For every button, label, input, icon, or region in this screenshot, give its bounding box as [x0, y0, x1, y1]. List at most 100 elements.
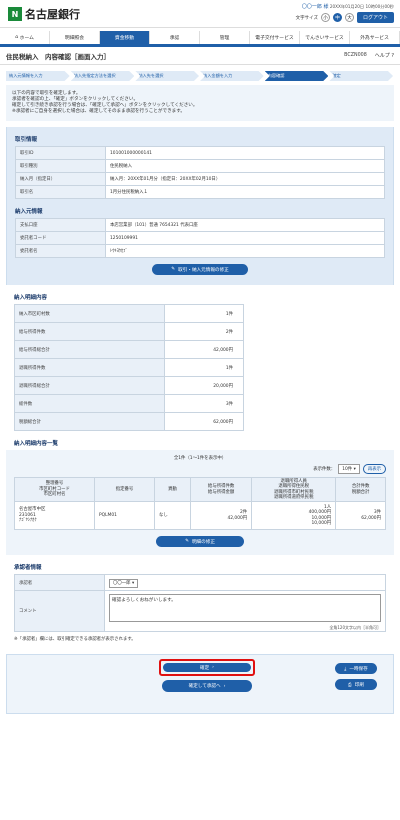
col-header: 退職所得人員 退職所得住民税 退職所得市町村民税 退職所得道府県民税: [251, 477, 337, 502]
step-1: 納入元情報を入力: [6, 71, 70, 81]
font-size-large[interactable]: 大: [344, 13, 354, 22]
confirm-approve-button[interactable]: 確定して承認へ ›: [162, 680, 252, 692]
detail-list-table: 整理番号 市区町村コード 市区町村名 指定番号 異動 給与所得件数 給与所得金額…: [14, 477, 386, 530]
row-label: 給与所得総合計: [14, 340, 165, 359]
approval-table: 承認者 〇〇一郎 ▾ コメント 確認よろしくおねがいします。 全角120文字以内…: [14, 574, 386, 632]
font-size-small[interactable]: 小: [320, 13, 330, 22]
intro-line: ※承認者にご自身を選択した場合は、確定してそのまま承認を行うことができます。: [12, 109, 185, 114]
approval-heading: 承認者情報: [14, 565, 42, 571]
table-row: 取引名 1月分住民税納入１: [15, 185, 385, 199]
nonyu-table: 支払口座 本店営業部（101）普通 7654321 代表口座 委託者コード 1250…: [15, 218, 385, 258]
per-page-label: 表示件数：: [313, 467, 336, 472]
bank-logo[interactable]: N 名古屋銀行: [8, 6, 80, 22]
cell-retirement: 1人 400,000円 10,000円 10,000円: [251, 501, 337, 530]
torihiki-heading: 取引情報: [15, 137, 38, 143]
row-value: 1件: [164, 304, 244, 323]
row-label: 取引名: [15, 185, 106, 199]
table-row: コメント 確認よろしくおねがいします。 全角120文字以内［半角可］: [14, 590, 386, 632]
nav-statement[interactable]: 明細照会: [50, 31, 100, 44]
bank-logo-mark: N: [8, 7, 22, 21]
result-count: 全1件（1〜1件を表示中）: [173, 456, 227, 461]
table-row: 委託者名 ﾄｳｷﾖｳｶﾌﾞ: [15, 244, 385, 258]
col-header: 異動: [154, 477, 191, 502]
pencil-icon: ✎: [171, 267, 176, 272]
nav-transfer[interactable]: 資金移動: [100, 31, 150, 44]
nav-densai[interactable]: でんさいサービス: [300, 31, 350, 44]
table-row: 取引種別 住民税納入: [15, 159, 385, 173]
nav-home-label: ホーム: [19, 36, 34, 41]
comment-cell: 確認よろしくおねがいします。 全角120文字以内［半角可］: [104, 590, 386, 632]
chevron-down-icon: ▾: [131, 580, 135, 586]
screen-code: BCZN008: [344, 53, 367, 58]
main-nav: ⌂ ホーム 明細照会 資金移動 承認 管理 電子交付サービス でんさいサービス …: [0, 31, 400, 47]
table-row: 委託者コード 1250109991: [15, 231, 385, 245]
row-label: 委託者コード: [15, 231, 106, 245]
col-header: 指定番号: [94, 477, 155, 502]
intro-message: 以下の内容で取引を確定します。 承認者を確認の上、「確定」ボタンをクリックしてく…: [6, 85, 394, 121]
table-row: 名古屋市中区 231061 ﾅｺﾞﾔｼﾅｶｸ PQLM01 なし 2件 42,0…: [14, 501, 386, 530]
edit-transaction-button[interactable]: ✎ 取引・納入元情報の修正: [152, 264, 248, 275]
approval-section: 承認者 〇〇一郎 ▾ コメント 確認よろしくおねがいします。 全角120文字以内…: [6, 574, 394, 632]
page-title: 住民税納入 内容確認［画面入力］: [6, 52, 110, 61]
comment-textarea[interactable]: 確認よろしくおねがいします。: [109, 594, 381, 622]
header-controls: 文字サイズ 小 中 大 ログアウト: [296, 12, 394, 23]
row-value: 42,000円: [164, 340, 244, 359]
row-label: 納入月（指定日）: [15, 172, 106, 186]
row-label: 税額総合計: [14, 412, 165, 431]
page-title-bar: 住民税納入 内容確認［画面入力］ BCZN008 ヘルプ ?: [0, 47, 400, 65]
redisplay-button[interactable]: 再表示: [362, 464, 386, 474]
row-value: 1月分住民税納入１: [105, 185, 385, 199]
logout-button[interactable]: ログアウト: [356, 12, 394, 23]
save-button[interactable]: ⤓ 一時保存: [335, 663, 377, 674]
confirm-approve-label: 確定して承認へ: [188, 684, 221, 689]
table-row: 給与所得件数 2件: [14, 322, 244, 341]
font-size-medium[interactable]: 中: [332, 13, 342, 22]
save-label: 一時保存: [349, 666, 368, 672]
comment-limit: 全角120文字以内［半角可］: [329, 625, 381, 630]
nav-edelivery[interactable]: 電子交付サービス: [250, 31, 300, 44]
row-label: 取引ID: [15, 146, 106, 160]
approver-value: 〇〇一郎: [113, 580, 131, 586]
table-row: 支払口座 本店営業部（101）普通 7654321 代表口座: [15, 218, 385, 232]
step-4: 納入金額を入力: [200, 71, 264, 81]
row-value: ﾄｳｷﾖｳｶﾌﾞ: [105, 244, 385, 258]
row-value: 本店営業部（101）普通 7654321 代表口座: [105, 218, 385, 232]
row-label: 総件数: [14, 394, 165, 413]
cell-change: なし: [154, 501, 191, 530]
print-button[interactable]: ⎙ 印刷: [335, 679, 377, 690]
confirm-button[interactable]: 確定 ›: [163, 663, 251, 672]
row-value: 101001000000141: [105, 146, 385, 160]
confirm-highlight: 確定 ›: [159, 659, 255, 676]
per-page-value: 10件: [342, 467, 353, 472]
row-label: 支払口座: [15, 218, 106, 232]
chevron-down-icon: ▾: [353, 467, 356, 472]
help-link[interactable]: ヘルプ ?: [375, 52, 394, 59]
nav-approval[interactable]: 承認: [150, 31, 200, 44]
last-login: 20XX年01月20日 10時00分00秒: [329, 4, 394, 9]
edit-detail-button[interactable]: ✎ 明細の修正: [156, 536, 244, 547]
nav-admin[interactable]: 管理: [200, 31, 250, 44]
print-label: 印刷: [354, 682, 364, 688]
approver-select[interactable]: 〇〇一郎 ▾: [109, 578, 139, 588]
nav-home[interactable]: ⌂ ホーム: [0, 31, 50, 44]
col-header: 整理番号 市区町村コード 市区町村名: [14, 477, 95, 502]
nav-forex[interactable]: 外為サービス: [350, 31, 400, 44]
cell-designation: PQLM01: [94, 501, 155, 530]
table-row: 退職所得総合計 20,000円: [14, 376, 244, 395]
table-row: 承認者 〇〇一郎 ▾: [14, 574, 386, 591]
approver-cell: 〇〇一郎 ▾: [104, 574, 386, 591]
col-header: 合計件数 税額合計: [335, 477, 386, 502]
user-name: 〇〇一郎 様: [301, 4, 329, 10]
chevron-right-icon: ›: [223, 683, 226, 689]
torihiki-table: 取引ID 101001000000141 取引種別 住民税納入 納入月（指定日） 納入…: [15, 146, 385, 199]
step-6: 確定: [329, 71, 394, 81]
per-page-select[interactable]: 10件 ▾: [338, 464, 360, 474]
footer-actions: 確定 › 確定して承認へ › ⤓ 一時保存 ⎙ 印刷: [6, 654, 394, 714]
table-row: 納入市区町村数 1件: [14, 304, 244, 323]
pencil-icon: ✎: [185, 539, 189, 544]
step-3: 納入先を選択: [135, 71, 200, 81]
row-value: 2件: [164, 322, 244, 341]
row-label: 退職所得件数: [14, 358, 165, 377]
meisai-table: 納入市区町村数 1件 給与所得件数 2件 給与所得総合計 42,000円 退職所得件数…: [14, 304, 244, 431]
table-row: 納入月（指定日） 納入月：20XX年01月分（指定日：20XX年02月10日）: [15, 172, 385, 186]
